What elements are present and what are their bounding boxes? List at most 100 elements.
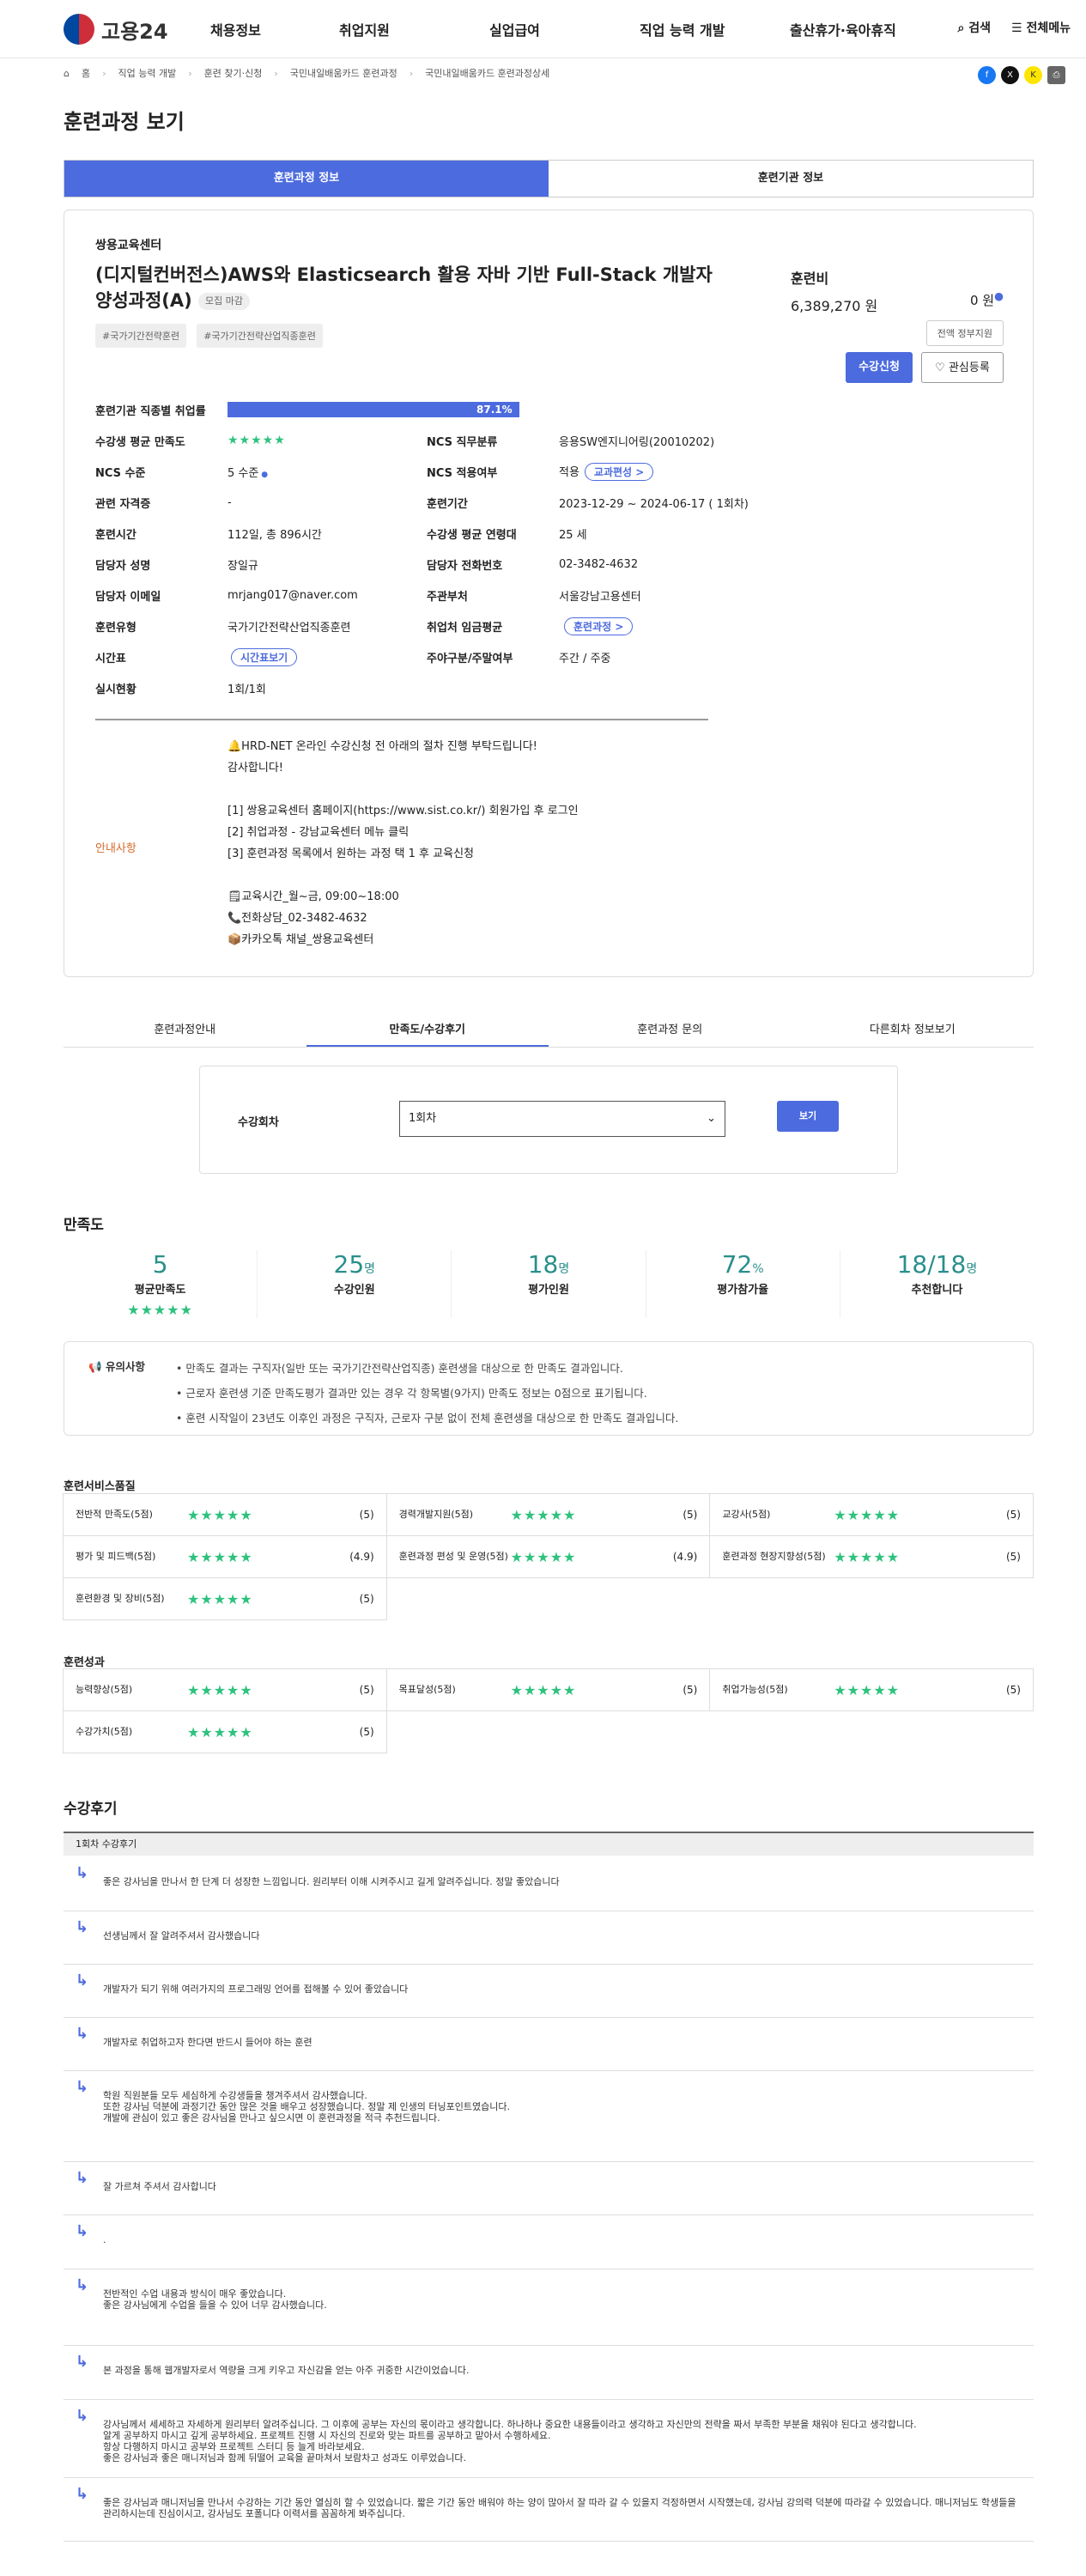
info-value: ★★★★★ [228, 434, 427, 447]
rating-value: (4.9) [672, 1551, 698, 1563]
notice-header: 📢 유의사항 [88, 1358, 145, 1374]
review-text: 학원 직원분들 모두 세심하게 수강생들을 챙겨주셔서 감사했습니다. 또한 강… [103, 2090, 510, 2123]
guide-line: [3] 훈련과정 목록에서 원하는 과정 택 1 후 교육신청 [228, 848, 474, 860]
apply-button[interactable]: 수강신청 [846, 352, 913, 383]
employment-rate-bar: 87.1% [228, 402, 519, 417]
all-menu-button[interactable]: ☰ 전체메뉴 [1011, 19, 1071, 36]
info-row: 담당자 이메일 mrjang017@naver.com 주관부처 서울강남고용센터 [95, 580, 1005, 611]
facebook-icon[interactable]: f [978, 66, 996, 84]
review-item: ↳ 좋은 강사님과 매니저님을 만나서 수강하는 기간 동안 열심히 할 수 있었… [64, 2478, 1034, 2542]
timetable-button[interactable]: 시간표보기 [231, 647, 298, 666]
nav-item-leave[interactable]: 출산휴가·육아휴직 [790, 19, 940, 39]
breadcrumb-training-search[interactable]: 훈련 찾기·신청 [204, 66, 263, 80]
interest-label: 관심등록 [948, 361, 990, 374]
detail-tabs: 훈련과정 정보 훈련기관 정보 [64, 160, 1034, 197]
rating-label: 교강사(5점) [722, 1509, 771, 1520]
tab-course-info[interactable]: 훈련과정 정보 [64, 161, 549, 197]
breadcrumb-current: 국민내일배움카드 훈련과정상세 [425, 68, 550, 79]
kpi-item: 25명 수강인원 [258, 1250, 452, 1318]
help-icon[interactable]: ● [994, 289, 1004, 302]
info-row: 훈련유형 국가기간전략산업직종훈련 취업처 임금평균 훈련과정 > [95, 611, 1005, 641]
review-item: ↳ 좋은 강사님을 만나서 한 단계 더 성장한 느낌입니다. 원리부터 이해 시… [64, 1857, 1034, 1911]
divider [95, 719, 708, 720]
reply-arrow-icon: ↳ [76, 2169, 89, 2187]
x-icon[interactable]: X [1001, 66, 1019, 84]
breadcrumb-home[interactable]: 홈 [82, 66, 90, 80]
all-menu-label: 전체메뉴 [1026, 21, 1071, 35]
info-value-text: 국가기간전략산업직종훈련 [228, 621, 351, 635]
view-button[interactable]: 보기 [777, 1101, 839, 1132]
review-item: ↳ 개발자로 취업하고자 한다면 반드시 들어야 하는 훈련 [64, 2018, 1034, 2071]
review-item: ↳ 개발자가 되기 위해 여러가지의 프로그래밍 언어를 접해볼 수 있어 좋았습… [64, 1965, 1034, 2018]
tag[interactable]: #국가기간전략산업직종훈련 [197, 324, 323, 348]
main-nav: 채용정보 취업지원 실업급여 직업 능력 개발 출산휴가·육아휴직 [210, 19, 940, 39]
nav-item-employment-support[interactable]: 취업지원 [339, 19, 489, 39]
search-button[interactable]: ⌕ 검색 [958, 19, 991, 36]
info-key: 담당자 이메일 [95, 590, 161, 604]
info-key: 수강생 평균 만족도 [95, 435, 185, 449]
info-value: 25 세 [559, 526, 816, 542]
detail-link-button[interactable]: 훈련과정 > [564, 617, 634, 635]
info-row: 훈련기관 직종별 취업률 87.1% [95, 394, 1005, 425]
info-key: 취업처 임금평균 [427, 621, 503, 635]
rating-value: (5) [1005, 1551, 1021, 1563]
tab-other-rounds[interactable]: 다른회차 정보보기 [792, 1013, 1034, 1047]
nav-item-unemployment[interactable]: 실업급여 [489, 19, 640, 39]
tab-institution-info[interactable]: 훈련기관 정보 [549, 161, 1033, 197]
self-pay-text: 0 원 [969, 293, 995, 308]
service-quality-grid: 전반적 만족도(5점) ★★★★★ (5) 경력개발지원(5점) ★★★★★ (5) 교강사… [63, 1493, 1034, 1620]
breadcrumb-vocational[interactable]: 직업 능력 개발 [118, 66, 177, 80]
detail-link-button[interactable]: 교과편성 > [584, 462, 654, 481]
kpi-number: 25 [333, 1250, 365, 1279]
self-pay-amount: 0 원● [970, 289, 1004, 309]
kpi-number: 18 [527, 1250, 559, 1279]
notice-item: • 근로자 훈련생 기준 만족도평가 결과만 있는 경우 각 항목별(9가지) … [176, 1387, 647, 1400]
tab-inquiry[interactable]: 훈련과정 문의 [549, 1013, 792, 1047]
kpi-item: 18/18명 추천합니다 [840, 1250, 1034, 1318]
info-value: 서울강남고용센터 [559, 587, 816, 604]
rating-cell: 수강가치(5점) ★★★★★ (5) [63, 1710, 387, 1753]
rating-stars-icon: ★★★★★ [187, 1548, 253, 1565]
round-select[interactable]: 1회차 ⌄ [399, 1101, 725, 1137]
info-key: 실시현황 [95, 683, 137, 696]
tag[interactable]: #국가기간전략훈련 [95, 324, 187, 348]
rating-label: 목표달성(5점) [398, 1684, 456, 1695]
rating-cell: 목표달성(5점) ★★★★★ (5) [385, 1668, 711, 1711]
nav-item-vocational[interactable]: 직업 능력 개발 [640, 19, 790, 39]
reviews-header: 1회차 수강후기 [64, 1832, 1034, 1856]
rating-value: (5) [1005, 1509, 1021, 1521]
tab-course-guide[interactable]: 훈련과정안내 [64, 1013, 306, 1047]
rating-value: (5) [359, 1593, 374, 1605]
rating-stars-icon: ★★★★★ [834, 1548, 901, 1565]
rating-cell: 능력향상(5점) ★★★★★ (5) [63, 1668, 387, 1711]
chevron-right-icon: › [188, 67, 192, 79]
review-text: 좋은 강사님과 매니저님을 만나서 수강하는 기간 동안 열심히 할 수 있었습… [103, 2497, 1016, 2519]
review-item: ↳ 전반적인 수업 내용과 방식이 매우 좋았습니다. 좋은 강사님에게 수업을 … [64, 2269, 1034, 2346]
outcome-grid: 능력향상(5점) ★★★★★ (5) 목표달성(5점) ★★★★★ (5) 취업가능성(5점… [63, 1668, 1034, 1753]
review-text: . [103, 2234, 106, 2245]
rating-cell: 교강사(5점) ★★★★★ (5) [709, 1493, 1034, 1536]
info-row: 수강생 평균 만족도 ★★★★★ NCS 직무분류 응용SW엔지니어링(2001020… [95, 425, 1005, 456]
guide-line: 🗒교육시간_월~금, 09:00~18:00 [228, 890, 399, 903]
info-key: 훈련유형 [95, 621, 137, 635]
home-icon[interactable]: ⌂ [64, 68, 70, 79]
info-value-text: 25 세 [559, 528, 587, 542]
rating-label: 수강가치(5점) [76, 1726, 133, 1737]
info-key: 훈련시간 [95, 528, 137, 542]
info-value: 112일, 총 896시간 [228, 526, 427, 542]
kpi-number: 72 [721, 1250, 753, 1279]
tab-satisfaction[interactable]: 만족도/수강후기 [306, 1013, 549, 1047]
info-value-text: 적용 [559, 465, 579, 479]
kakao-icon[interactable]: K [1024, 66, 1042, 84]
info-value-text: 2023-12-29 ~ 2024-06-17 ( 1회차) [559, 497, 749, 511]
interest-button[interactable]: ♡ 관심등록 [921, 352, 1004, 383]
nav-item-jobs[interactable]: 채용정보 [210, 19, 339, 39]
help-icon[interactable]: ● [258, 471, 268, 479]
print-icon[interactable]: ⎙ [1047, 66, 1065, 84]
rating-value: (4.9) [349, 1551, 374, 1563]
reply-arrow-icon: ↳ [76, 1918, 89, 1936]
reply-arrow-icon: ↳ [76, 2078, 89, 2096]
breadcrumb-card-course[interactable]: 국민내일배움카드 훈련과정 [290, 66, 397, 80]
logo[interactable]: 고용24 [64, 14, 168, 45]
rating-stars-icon: ★★★★★ [510, 1681, 577, 1698]
